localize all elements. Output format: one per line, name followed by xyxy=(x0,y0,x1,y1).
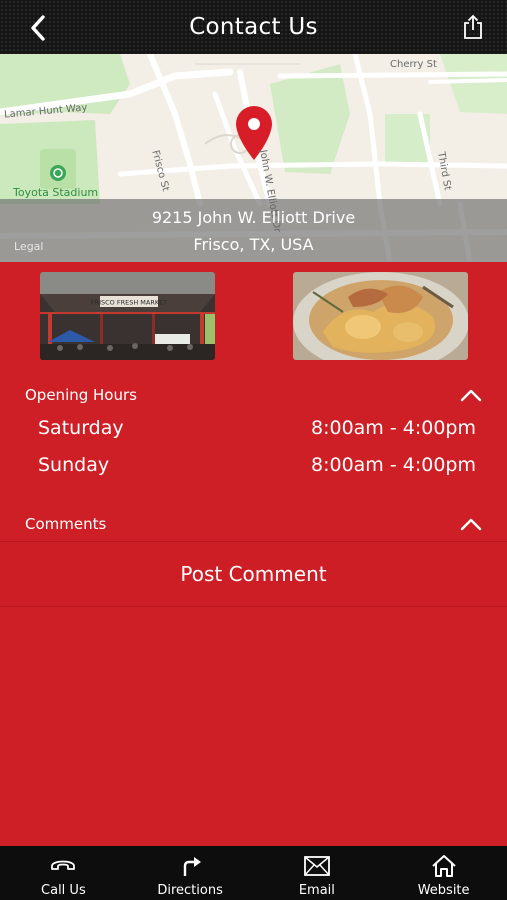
tab-label: Call Us xyxy=(41,883,86,898)
address-overlay[interactable]: 9215 John W. Elliott Drive Frisco, TX, U… xyxy=(0,199,507,262)
comments-heading: Comments xyxy=(25,515,107,533)
tab-label: Directions xyxy=(157,883,223,898)
hours-time: 8:00am - 4:00pm xyxy=(311,454,476,476)
page-title: Contact Us xyxy=(189,14,318,40)
hours-row: Sunday 8:00am - 4:00pm xyxy=(38,454,476,476)
opening-hours-heading: Opening Hours xyxy=(25,386,137,404)
chevron-left-icon[interactable] xyxy=(24,13,54,43)
map-legal-link[interactable]: Legal xyxy=(14,240,43,253)
tab-call-us[interactable]: Call Us xyxy=(0,846,127,900)
market-photo[interactable]: FRISCO FRESH MARKET xyxy=(40,272,215,360)
post-comment-label: Post Comment xyxy=(180,562,327,586)
food-photo[interactable] xyxy=(293,272,468,360)
email-icon xyxy=(303,856,330,876)
address-line-1: 9215 John W. Elliott Drive xyxy=(151,208,356,227)
share-icon[interactable] xyxy=(461,14,485,40)
comments-header[interactable]: Comments xyxy=(25,512,482,536)
tab-label: Email xyxy=(298,883,335,898)
stadium-label: Toyota Stadium xyxy=(13,186,99,199)
tab-email[interactable]: Email xyxy=(254,846,381,900)
location-map[interactable]: Lamar Hunt Way Cherry St Frisco St John … xyxy=(0,54,507,262)
bottom-tab-bar: Call Us Directions Email Website xyxy=(0,846,507,900)
hours-row: Saturday 8:00am - 4:00pm xyxy=(38,417,476,439)
market-sign-text: FRISCO FRESH MARKET xyxy=(91,299,167,307)
header-bar: Contact Us xyxy=(0,0,507,54)
phone-icon xyxy=(51,860,76,870)
hours-time: 8:00am - 4:00pm xyxy=(311,417,476,439)
hours-day: Saturday xyxy=(38,417,124,439)
tab-directions[interactable]: Directions xyxy=(127,846,254,900)
post-comment-button[interactable]: Post Comment xyxy=(0,541,507,607)
map-street-label: Cherry St xyxy=(390,59,437,70)
chevron-up-icon[interactable] xyxy=(460,517,482,531)
tab-website[interactable]: Website xyxy=(380,846,507,900)
opening-hours-header[interactable]: Opening Hours xyxy=(25,383,482,407)
directions-icon xyxy=(183,857,202,876)
address-line-2: Frisco, TX, USA xyxy=(193,235,314,254)
hours-day: Sunday xyxy=(38,454,110,476)
tab-label: Website xyxy=(417,883,470,898)
chevron-up-icon[interactable] xyxy=(460,388,482,402)
home-icon xyxy=(431,855,456,877)
